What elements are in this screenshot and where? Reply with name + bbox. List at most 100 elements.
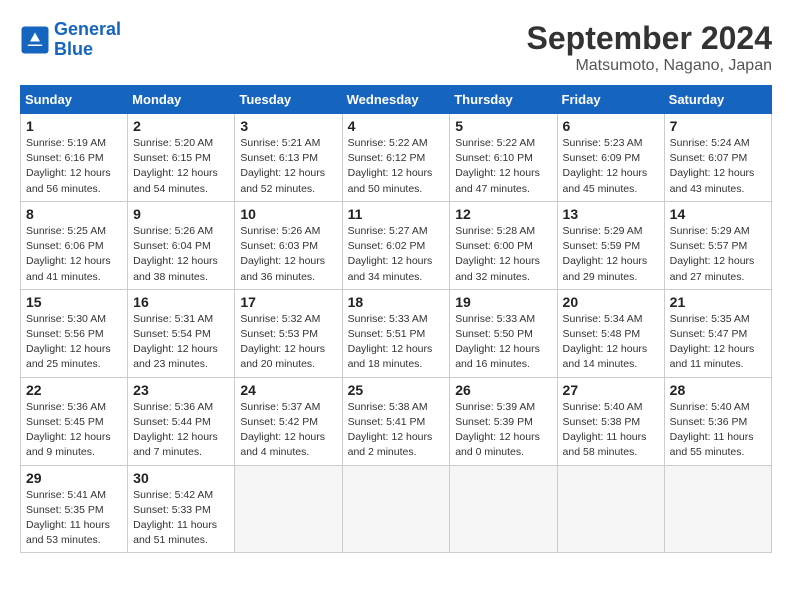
day-number: 21: [670, 294, 766, 310]
table-row: [450, 465, 557, 553]
day-number: 1: [26, 118, 122, 134]
day-info: Sunrise: 5:40 AM Sunset: 5:36 PM Dayligh…: [670, 400, 766, 461]
day-number: 15: [26, 294, 122, 310]
day-info: Sunrise: 5:22 AM Sunset: 6:12 PM Dayligh…: [348, 136, 445, 197]
day-number: 16: [133, 294, 229, 310]
table-row: 4 Sunrise: 5:22 AM Sunset: 6:12 PM Daylig…: [342, 114, 450, 202]
table-row: 14Sunrise: 5:29 AM Sunset: 5:57 PM Dayli…: [664, 201, 771, 289]
day-number: 26: [455, 382, 551, 398]
day-number: 24: [240, 382, 336, 398]
day-number: 8: [26, 206, 122, 222]
day-number: 18: [348, 294, 445, 310]
day-number: 30: [133, 470, 229, 486]
table-row: 18 Sunrise: 5:33 AM Sunset: 5:51 PM Dayli…: [342, 289, 450, 377]
table-row: [664, 465, 771, 553]
day-number: 3: [240, 118, 336, 134]
day-info: Sunrise: 5:40 AM Sunset: 5:38 PM Dayligh…: [563, 400, 659, 461]
table-row: 5 Sunrise: 5:22 AM Sunset: 6:10 PM Daylig…: [450, 114, 557, 202]
table-row: 29Sunrise: 5:41 AM Sunset: 5:35 PM Dayli…: [21, 465, 128, 553]
table-row: 15 Sunrise: 5:30 AM Sunset: 5:56 PM Dayli…: [21, 289, 128, 377]
day-number: 25: [348, 382, 445, 398]
logo-text: General Blue: [54, 20, 121, 60]
logo-icon: [20, 25, 50, 55]
table-row: 30 Sunrise: 5:42 AM Sunset: 5:33 PM Dayli…: [128, 465, 235, 553]
table-row: 10 Sunrise: 5:26 AM Sunset: 6:03 PM Dayli…: [235, 201, 342, 289]
day-number: 7: [670, 118, 766, 134]
table-row: 3 Sunrise: 5:21 AM Sunset: 6:13 PM Daylig…: [235, 114, 342, 202]
day-number: 19: [455, 294, 551, 310]
day-info: Sunrise: 5:26 AM Sunset: 6:04 PM Dayligh…: [133, 224, 229, 285]
logo: General Blue: [20, 20, 121, 60]
calendar-table: Sunday Monday Tuesday Wednesday Thursday…: [20, 85, 772, 553]
day-number: 23: [133, 382, 229, 398]
day-number: 9: [133, 206, 229, 222]
table-row: 23Sunrise: 5:36 AM Sunset: 5:44 PM Dayli…: [128, 377, 235, 465]
calendar-week-row: 29Sunrise: 5:41 AM Sunset: 5:35 PM Dayli…: [21, 465, 772, 553]
table-row: 9 Sunrise: 5:26 AM Sunset: 6:04 PM Daylig…: [128, 201, 235, 289]
table-row: 27Sunrise: 5:40 AM Sunset: 5:38 PM Dayli…: [557, 377, 664, 465]
table-row: 22 Sunrise: 5:36 AM Sunset: 5:45 PM Dayli…: [21, 377, 128, 465]
table-row: 16 Sunrise: 5:31 AM Sunset: 5:54 PM Dayli…: [128, 289, 235, 377]
table-row: 19Sunrise: 5:33 AM Sunset: 5:50 PM Dayli…: [450, 289, 557, 377]
table-row: 13 Sunrise: 5:29 AM Sunset: 5:59 PM Dayli…: [557, 201, 664, 289]
day-info: Sunrise: 5:41 AM Sunset: 5:35 PM Dayligh…: [26, 488, 122, 549]
col-saturday: Saturday: [664, 86, 771, 114]
day-info: Sunrise: 5:33 AM Sunset: 5:51 PM Dayligh…: [348, 312, 445, 373]
day-info: Sunrise: 5:42 AM Sunset: 5:33 PM Dayligh…: [133, 488, 229, 549]
title-area: September 2024 Matsumoto, Nagano, Japan: [527, 20, 772, 75]
table-row: 26 Sunrise: 5:39 AM Sunset: 5:39 PM Dayli…: [450, 377, 557, 465]
table-row: 6 Sunrise: 5:23 AM Sunset: 6:09 PM Daylig…: [557, 114, 664, 202]
col-wednesday: Wednesday: [342, 86, 450, 114]
day-info: Sunrise: 5:32 AM Sunset: 5:53 PM Dayligh…: [240, 312, 336, 373]
table-row: 20 Sunrise: 5:34 AM Sunset: 5:48 PM Dayli…: [557, 289, 664, 377]
table-row: 7 Sunrise: 5:24 AM Sunset: 6:07 PM Daylig…: [664, 114, 771, 202]
calendar-week-row: 15 Sunrise: 5:30 AM Sunset: 5:56 PM Dayli…: [21, 289, 772, 377]
day-number: 17: [240, 294, 336, 310]
day-info: Sunrise: 5:30 AM Sunset: 5:56 PM Dayligh…: [26, 312, 122, 373]
table-row: 11Sunrise: 5:27 AM Sunset: 6:02 PM Dayli…: [342, 201, 450, 289]
day-info: Sunrise: 5:29 AM Sunset: 5:57 PM Dayligh…: [670, 224, 766, 285]
day-info: Sunrise: 5:24 AM Sunset: 6:07 PM Dayligh…: [670, 136, 766, 197]
table-row: [235, 465, 342, 553]
day-number: 20: [563, 294, 659, 310]
day-info: Sunrise: 5:23 AM Sunset: 6:09 PM Dayligh…: [563, 136, 659, 197]
table-row: 8Sunrise: 5:25 AM Sunset: 6:06 PM Daylig…: [21, 201, 128, 289]
day-info: Sunrise: 5:22 AM Sunset: 6:10 PM Dayligh…: [455, 136, 551, 197]
day-info: Sunrise: 5:20 AM Sunset: 6:15 PM Dayligh…: [133, 136, 229, 197]
table-row: 28 Sunrise: 5:40 AM Sunset: 5:36 PM Dayli…: [664, 377, 771, 465]
day-number: 6: [563, 118, 659, 134]
table-row: [342, 465, 450, 553]
day-info: Sunrise: 5:19 AM Sunset: 6:16 PM Dayligh…: [26, 136, 122, 197]
day-info: Sunrise: 5:28 AM Sunset: 6:00 PM Dayligh…: [455, 224, 551, 285]
day-info: Sunrise: 5:26 AM Sunset: 6:03 PM Dayligh…: [240, 224, 336, 285]
day-info: Sunrise: 5:21 AM Sunset: 6:13 PM Dayligh…: [240, 136, 336, 197]
location: Matsumoto, Nagano, Japan: [527, 57, 772, 75]
day-number: 10: [240, 206, 336, 222]
calendar-week-row: 22 Sunrise: 5:36 AM Sunset: 5:45 PM Dayli…: [21, 377, 772, 465]
col-friday: Friday: [557, 86, 664, 114]
calendar-week-row: 1 Sunrise: 5:19 AM Sunset: 6:16 PM Daylig…: [21, 114, 772, 202]
day-number: 5: [455, 118, 551, 134]
table-row: 25 Sunrise: 5:38 AM Sunset: 5:41 PM Dayli…: [342, 377, 450, 465]
col-monday: Monday: [128, 86, 235, 114]
day-info: Sunrise: 5:27 AM Sunset: 6:02 PM Dayligh…: [348, 224, 445, 285]
day-info: Sunrise: 5:35 AM Sunset: 5:47 PM Dayligh…: [670, 312, 766, 373]
table-row: 24 Sunrise: 5:37 AM Sunset: 5:42 PM Dayli…: [235, 377, 342, 465]
day-info: Sunrise: 5:38 AM Sunset: 5:41 PM Dayligh…: [348, 400, 445, 461]
calendar-header-row: Sunday Monday Tuesday Wednesday Thursday…: [21, 86, 772, 114]
day-info: Sunrise: 5:31 AM Sunset: 5:54 PM Dayligh…: [133, 312, 229, 373]
day-number: 13: [563, 206, 659, 222]
day-info: Sunrise: 5:39 AM Sunset: 5:39 PM Dayligh…: [455, 400, 551, 461]
day-info: Sunrise: 5:36 AM Sunset: 5:45 PM Dayligh…: [26, 400, 122, 461]
day-info: Sunrise: 5:37 AM Sunset: 5:42 PM Dayligh…: [240, 400, 336, 461]
table-row: 1 Sunrise: 5:19 AM Sunset: 6:16 PM Daylig…: [21, 114, 128, 202]
day-number: 22: [26, 382, 122, 398]
table-row: [557, 465, 664, 553]
day-number: 2: [133, 118, 229, 134]
day-number: 4: [348, 118, 445, 134]
day-number: 28: [670, 382, 766, 398]
logo-line2: Blue: [54, 39, 93, 59]
day-info: Sunrise: 5:34 AM Sunset: 5:48 PM Dayligh…: [563, 312, 659, 373]
day-info: Sunrise: 5:29 AM Sunset: 5:59 PM Dayligh…: [563, 224, 659, 285]
col-sunday: Sunday: [21, 86, 128, 114]
